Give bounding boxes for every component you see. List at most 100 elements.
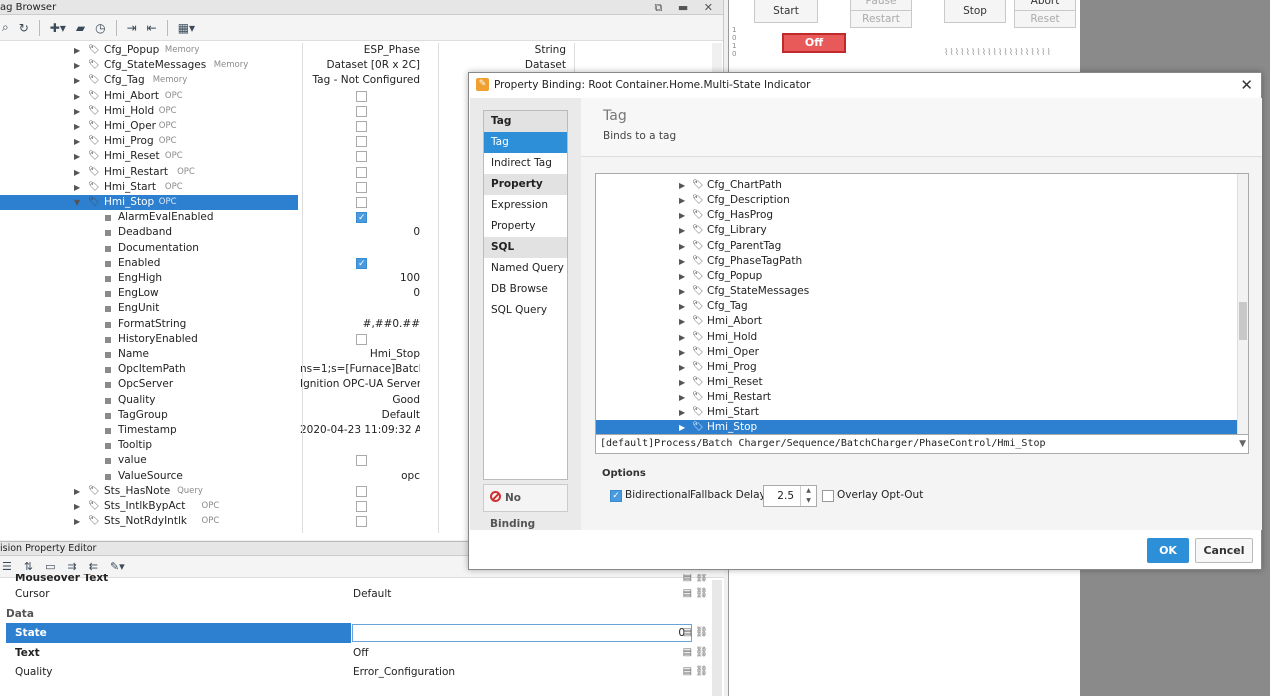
multi-state-indicator[interactable]: Off	[782, 33, 846, 53]
column-divider[interactable]	[438, 43, 439, 533]
tag-name-cell[interactable]: FormatString	[0, 317, 298, 332]
property-row[interactable]: Quality Error_Configuration ▤ ⛓	[0, 662, 712, 682]
tag-tree-scrollbar[interactable]	[1237, 174, 1248, 435]
value-checkbox[interactable]	[356, 105, 367, 117]
value-checkbox[interactable]	[356, 121, 367, 132]
tag-tree-item[interactable]: ▶ 🏷 Cfg_StateMessages	[596, 284, 1237, 299]
chevron-right-icon[interactable]: ▶	[74, 514, 80, 529]
value-checkbox[interactable]	[356, 501, 367, 512]
tag-name-cell[interactable]: EngLow	[0, 286, 298, 301]
value-checkbox[interactable]	[356, 151, 367, 163]
tag-name-cell[interactable]: Enabled	[0, 256, 298, 271]
chevron-right-icon[interactable]: ▶	[679, 405, 685, 420]
tag-tree-item[interactable]: ▶ 🏷 Hmi_Prog	[596, 360, 1237, 375]
chevron-right-icon[interactable]: ▶	[679, 299, 685, 314]
tag-name-cell[interactable]: ▶ 🏷 Hmi_Abort OPC	[0, 89, 298, 104]
stop-button[interactable]: Stop	[944, 0, 1006, 23]
tag-name-cell[interactable]: ▶ 🏷 Sts_HasNote Query	[0, 484, 298, 499]
tag-name-cell[interactable]: ▶ 🏷 Sts_IntlkBypAct OPC	[0, 499, 298, 514]
binding-icon[interactable]: ▤ ⛓	[683, 584, 708, 604]
chevron-right-icon[interactable]: ▶	[679, 330, 685, 345]
chevron-right-icon[interactable]: ▶	[74, 149, 80, 164]
binding-icon[interactable]: ▤ ⛓	[683, 623, 708, 643]
property-row[interactable]: Cursor Default ▤ ⛓	[0, 584, 712, 604]
tag-tree-item[interactable]: ▶ 🏷 Hmi_Reset	[596, 375, 1237, 390]
tag-name-cell[interactable]: ▶ 🏷 Hmi_Start OPC	[0, 180, 298, 195]
tag-path-field[interactable]: [default]Process/Batch Charger/Sequence/…	[596, 434, 1248, 453]
fallback-delay-spinner[interactable]: 2.5 ▲ ▼	[763, 485, 817, 507]
tag-tree-item[interactable]: ▶ 🏷 Cfg_PhaseTagPath	[596, 254, 1237, 269]
tag-tree-item[interactable]: ▶ 🏷 Cfg_Tag	[596, 299, 1237, 314]
chevron-right-icon[interactable]: ▶	[679, 314, 685, 329]
reset-button[interactable]: Reset	[1014, 10, 1076, 28]
tag-name-cell[interactable]: Documentation	[0, 241, 298, 256]
binding-type-item[interactable]: DB Browse	[484, 279, 567, 300]
property-value[interactable]: Default	[353, 584, 391, 604]
chevron-right-icon[interactable]: ▶	[74, 43, 80, 58]
tag-name-cell[interactable]: ▶ 🏷 Hmi_Prog OPC	[0, 134, 298, 149]
panel-window-buttons[interactable]: ⧉ ▬ ✕	[655, 0, 719, 15]
chevron-right-icon[interactable]: ▶	[74, 134, 80, 149]
property-section[interactable]: Data	[0, 603, 712, 624]
tag-name-cell[interactable]: ▶ 🏷 Hmi_Hold OPC	[0, 104, 298, 119]
categorized-view-icon[interactable]: ☰	[2, 560, 12, 573]
binding-icon[interactable]: ▤ ⛓	[683, 662, 708, 682]
bidirectional-checkbox[interactable]: ✓	[610, 490, 622, 502]
value-checkbox[interactable]	[356, 181, 367, 193]
chevron-down-icon[interactable]: ▼	[1239, 435, 1246, 453]
tag-name-cell[interactable]: OpcItemPath	[0, 362, 298, 377]
start-button[interactable]: Start	[754, 0, 818, 23]
binding-type-item[interactable]: Named Query	[484, 258, 567, 279]
tag-row[interactable]: ▶ 🏷 Cfg_Popup Memory ESP_Phase String	[0, 43, 724, 58]
tag-tree-item[interactable]: ▶ 🏷 Cfg_Description	[596, 193, 1237, 208]
binding-type-item[interactable]: Property	[484, 216, 567, 237]
chevron-right-icon[interactable]: ▶	[679, 254, 685, 269]
tag-name-cell[interactable]: ▶ 🏷 Hmi_Restart OPC	[0, 165, 298, 180]
value-checkbox[interactable]	[356, 516, 367, 528]
tag-name-cell[interactable]: ▶ 🏷 Hmi_Oper OPC	[0, 119, 298, 134]
chevron-right-icon[interactable]: ▶	[679, 345, 685, 360]
chevron-right-icon[interactable]: ▶	[679, 390, 685, 405]
chevron-right-icon[interactable]: ▶	[74, 119, 80, 134]
chevron-right-icon[interactable]: ▶	[679, 239, 685, 254]
tag-tree-item[interactable]: ▶ 🏷 Cfg_HasProg	[596, 208, 1237, 223]
overlay-optout-checkbox[interactable]	[822, 490, 834, 502]
columns-icon[interactable]: ▦▾	[178, 21, 195, 35]
tag-name-cell[interactable]: HistoryEnabled	[0, 332, 298, 347]
tag-name-cell[interactable]: TagGroup	[0, 408, 298, 423]
property-value[interactable]: Off	[353, 643, 369, 663]
tag-tree-item[interactable]: ▶ 🏷 Cfg_ParentTag	[596, 239, 1237, 254]
tag-tree-item[interactable]: ▶ 🏷 Cfg_Popup	[596, 269, 1237, 284]
value-checkbox[interactable]	[356, 166, 367, 178]
expand-icon[interactable]: ⇉	[68, 560, 77, 573]
chevron-right-icon[interactable]: ▶	[74, 89, 80, 104]
search-icon[interactable]: ⌕	[2, 20, 9, 35]
tag-name-cell[interactable]: value	[0, 453, 298, 468]
chevron-right-icon[interactable]: ▶	[74, 104, 80, 119]
history-icon[interactable]: ◷	[95, 21, 105, 35]
tag-name-cell[interactable]: ValueSource	[0, 469, 298, 484]
value-checkbox[interactable]	[356, 257, 367, 272]
value-checkbox[interactable]	[356, 90, 367, 102]
column-divider[interactable]	[302, 43, 303, 533]
tag-tree-item[interactable]: ▶ 🏷 Hmi_Hold	[596, 330, 1237, 345]
tag-tree-item[interactable]: ▶ 🏷 Cfg_ChartPath	[596, 178, 1237, 193]
chevron-right-icon[interactable]: ▶	[679, 208, 685, 223]
tag-name-cell[interactable]: Name	[0, 347, 298, 362]
tag-name-cell[interactable]: AlarmEvalEnabled	[0, 210, 298, 225]
database-icon[interactable]: ▰	[76, 21, 85, 35]
value-checkbox[interactable]	[356, 455, 367, 467]
add-tag-icon[interactable]: ✚▾	[50, 21, 66, 35]
export-icon[interactable]: ⇤	[147, 21, 157, 35]
import-icon[interactable]: ⇥	[127, 21, 137, 35]
tag-tree-item[interactable]: ▶ 🏷 Hmi_Oper	[596, 345, 1237, 360]
tag-name-cell[interactable]: Timestamp	[0, 423, 298, 438]
value-checkbox[interactable]	[356, 485, 367, 497]
scrollbar-thumb[interactable]	[1239, 302, 1247, 340]
chevron-right-icon[interactable]: ▶	[74, 73, 80, 88]
chevron-right-icon[interactable]: ▶	[679, 360, 685, 375]
value-checkbox[interactable]	[356, 136, 367, 148]
cancel-button[interactable]: Cancel	[1195, 538, 1253, 563]
property-value[interactable]: 0	[352, 624, 692, 643]
tag-tree-item[interactable]: ▶ 🏷 Hmi_Start	[596, 405, 1237, 420]
